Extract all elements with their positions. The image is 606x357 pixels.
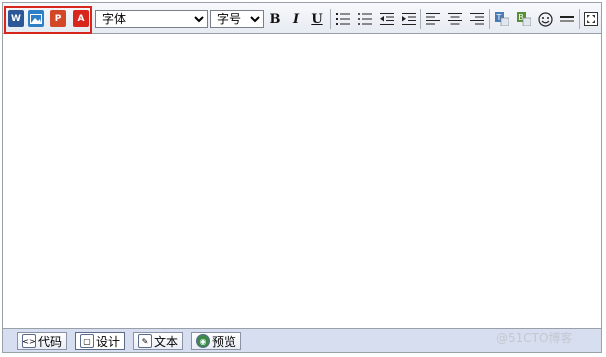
font-size-select[interactable]: 字号	[210, 10, 264, 28]
design-icon: ▢	[80, 334, 94, 348]
powerpoint-icon[interactable]: P	[50, 10, 66, 27]
word-icon[interactable]: W	[8, 10, 24, 27]
watermark: @51CTO博客	[496, 331, 573, 345]
bold-button[interactable]: B	[266, 10, 284, 28]
tab-text-label: 文本	[154, 334, 179, 349]
edit-area[interactable]	[3, 34, 601, 328]
outdent-icon[interactable]	[378, 10, 396, 28]
preview-icon: ◉	[196, 334, 210, 348]
fullscreen-icon[interactable]	[582, 10, 600, 28]
underline-button[interactable]: U	[308, 10, 326, 28]
separator	[579, 9, 580, 29]
text-icon: ✎	[138, 334, 152, 348]
align-right-icon[interactable]	[468, 10, 486, 28]
tab-design[interactable]: ▢ 设计	[75, 332, 126, 350]
separator	[420, 9, 421, 29]
italic-button[interactable]: I	[287, 10, 305, 28]
tab-preview-label: 预览	[212, 334, 237, 349]
align-center-icon[interactable]	[446, 10, 464, 28]
indent-icon[interactable]	[400, 10, 418, 28]
ordered-list-icon[interactable]	[334, 10, 352, 28]
separator	[330, 9, 331, 29]
background-color-icon[interactable]: B	[515, 10, 533, 28]
emoticon-icon[interactable]	[536, 10, 554, 28]
rich-text-editor: W P A 字体 字号 B I U T B <> 代码 ▢ 设计 ✎ 文本 ◉ …	[2, 2, 602, 353]
separator	[489, 9, 490, 29]
tab-preview[interactable]: ◉ 预览	[191, 332, 242, 350]
pdf-icon[interactable]: A	[73, 10, 89, 27]
code-icon: <>	[22, 334, 36, 348]
tab-design-label: 设计	[96, 334, 121, 349]
unordered-list-icon[interactable]	[356, 10, 374, 28]
tab-code[interactable]: <> 代码	[17, 332, 68, 350]
tab-code-label: 代码	[38, 334, 63, 349]
editor-toolbar: W P A 字体 字号 B I U T B	[3, 3, 601, 34]
text-color-icon[interactable]: T	[493, 10, 511, 28]
image-icon[interactable]	[28, 10, 44, 27]
svg-text:T: T	[496, 13, 502, 22]
tab-text[interactable]: ✎ 文本	[133, 332, 184, 350]
align-left-icon[interactable]	[424, 10, 442, 28]
font-family-select[interactable]: 字体	[95, 10, 208, 28]
horizontal-rule-icon[interactable]	[558, 10, 576, 28]
